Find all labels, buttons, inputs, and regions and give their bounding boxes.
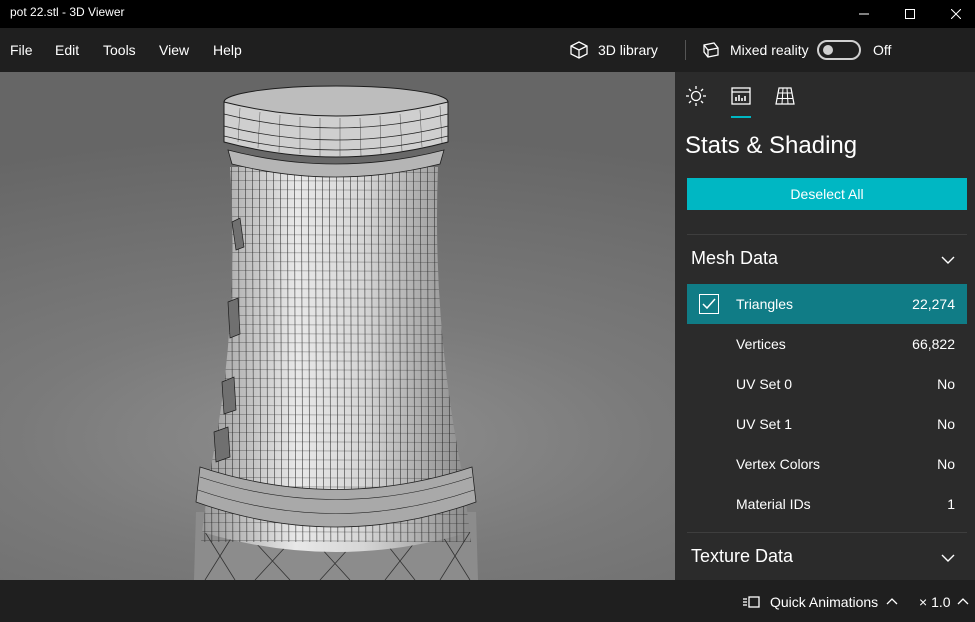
stats-icon — [731, 87, 751, 105]
maximize-button[interactable] — [887, 0, 933, 28]
section-divider — [687, 234, 967, 235]
mixed-reality-toggle[interactable] — [817, 40, 861, 60]
checkmark-icon — [702, 298, 716, 310]
pot-model — [194, 85, 478, 580]
row-label: Vertices — [736, 336, 786, 352]
row-value: 1 — [947, 496, 955, 512]
row-label: Triangles — [736, 296, 794, 312]
texture-data-header[interactable]: Texture Data — [691, 546, 793, 567]
menu-help[interactable]: Help — [213, 42, 242, 58]
deselect-all-button[interactable]: Deselect All — [687, 178, 967, 210]
3d-library-label: 3D library — [598, 42, 658, 58]
menu-edit[interactable]: Edit — [55, 42, 79, 58]
status-bar: Quick Animations × 1.0 — [0, 580, 975, 622]
quick-animations-label: Quick Animations — [770, 594, 879, 610]
checkbox[interactable] — [699, 294, 719, 314]
mixed-reality-button[interactable]: Mixed reality — [700, 36, 809, 64]
chevron-down-icon[interactable] — [941, 551, 955, 565]
panel-title: Stats & Shading — [685, 132, 858, 159]
table-row[interactable]: UV Set 1 No — [687, 404, 967, 444]
chevron-up-icon — [886, 598, 898, 605]
maximize-icon — [905, 9, 915, 19]
mesh-data-header[interactable]: Mesh Data — [691, 248, 778, 269]
menu-bar: File Edit Tools View Help 3D library Mix… — [0, 28, 975, 72]
menu-file[interactable]: File — [10, 42, 33, 58]
section-divider — [687, 532, 967, 533]
row-value: No — [937, 456, 955, 472]
chevron-up-icon — [957, 598, 968, 605]
cube-icon — [570, 41, 588, 59]
speed-value: × 1.0 — [919, 594, 951, 610]
menu-tools[interactable]: Tools — [103, 42, 136, 58]
toggle-state-label: Off — [873, 42, 892, 58]
close-button[interactable] — [933, 0, 975, 28]
row-label: Material IDs — [736, 496, 811, 512]
table-row[interactable]: Vertex Colors No — [687, 444, 967, 484]
table-row[interactable]: UV Set 0 No — [687, 364, 967, 404]
mixed-reality-label: Mixed reality — [730, 42, 809, 58]
grid-icon — [775, 87, 795, 105]
title-bar: pot 22.stl - 3D Viewer — [0, 0, 975, 28]
row-value: 22,274 — [912, 296, 955, 312]
window-title: pot 22.stl - 3D Viewer — [10, 5, 125, 19]
tab-stats[interactable] — [729, 84, 753, 108]
stats-panel: Stats & Shading Deselect All Mesh Data T… — [675, 72, 975, 580]
row-label: UV Set 0 — [736, 376, 793, 392]
tab-lighting[interactable] — [684, 84, 708, 108]
minimize-icon — [859, 13, 869, 15]
quick-animations-button[interactable]: Quick Animations — [742, 594, 898, 610]
toggle-knob — [823, 45, 833, 55]
row-value: No — [937, 376, 955, 392]
minimize-button[interactable] — [841, 0, 887, 28]
menu-separator — [685, 40, 686, 60]
animation-icon — [743, 596, 760, 608]
row-value: No — [937, 416, 955, 432]
menu-view[interactable]: View — [159, 42, 189, 58]
speed-control[interactable]: × 1.0 — [919, 594, 969, 610]
tab-grid[interactable] — [773, 84, 797, 108]
3d-library-button[interactable]: 3D library — [568, 36, 658, 64]
table-row[interactable]: Vertices 66,822 — [687, 324, 967, 364]
chevron-down-icon[interactable] — [941, 253, 955, 267]
3d-viewport[interactable] — [0, 72, 675, 580]
active-tab-indicator — [731, 116, 751, 118]
table-row[interactable]: Triangles 22,274 — [687, 284, 967, 324]
row-label: UV Set 1 — [736, 416, 793, 432]
row-label: Vertex Colors — [736, 456, 821, 472]
close-icon — [951, 9, 961, 19]
table-row[interactable]: Material IDs 1 — [687, 484, 967, 524]
row-value: 66,822 — [912, 336, 955, 352]
mixed-reality-icon — [703, 42, 719, 58]
sun-icon — [686, 86, 706, 106]
